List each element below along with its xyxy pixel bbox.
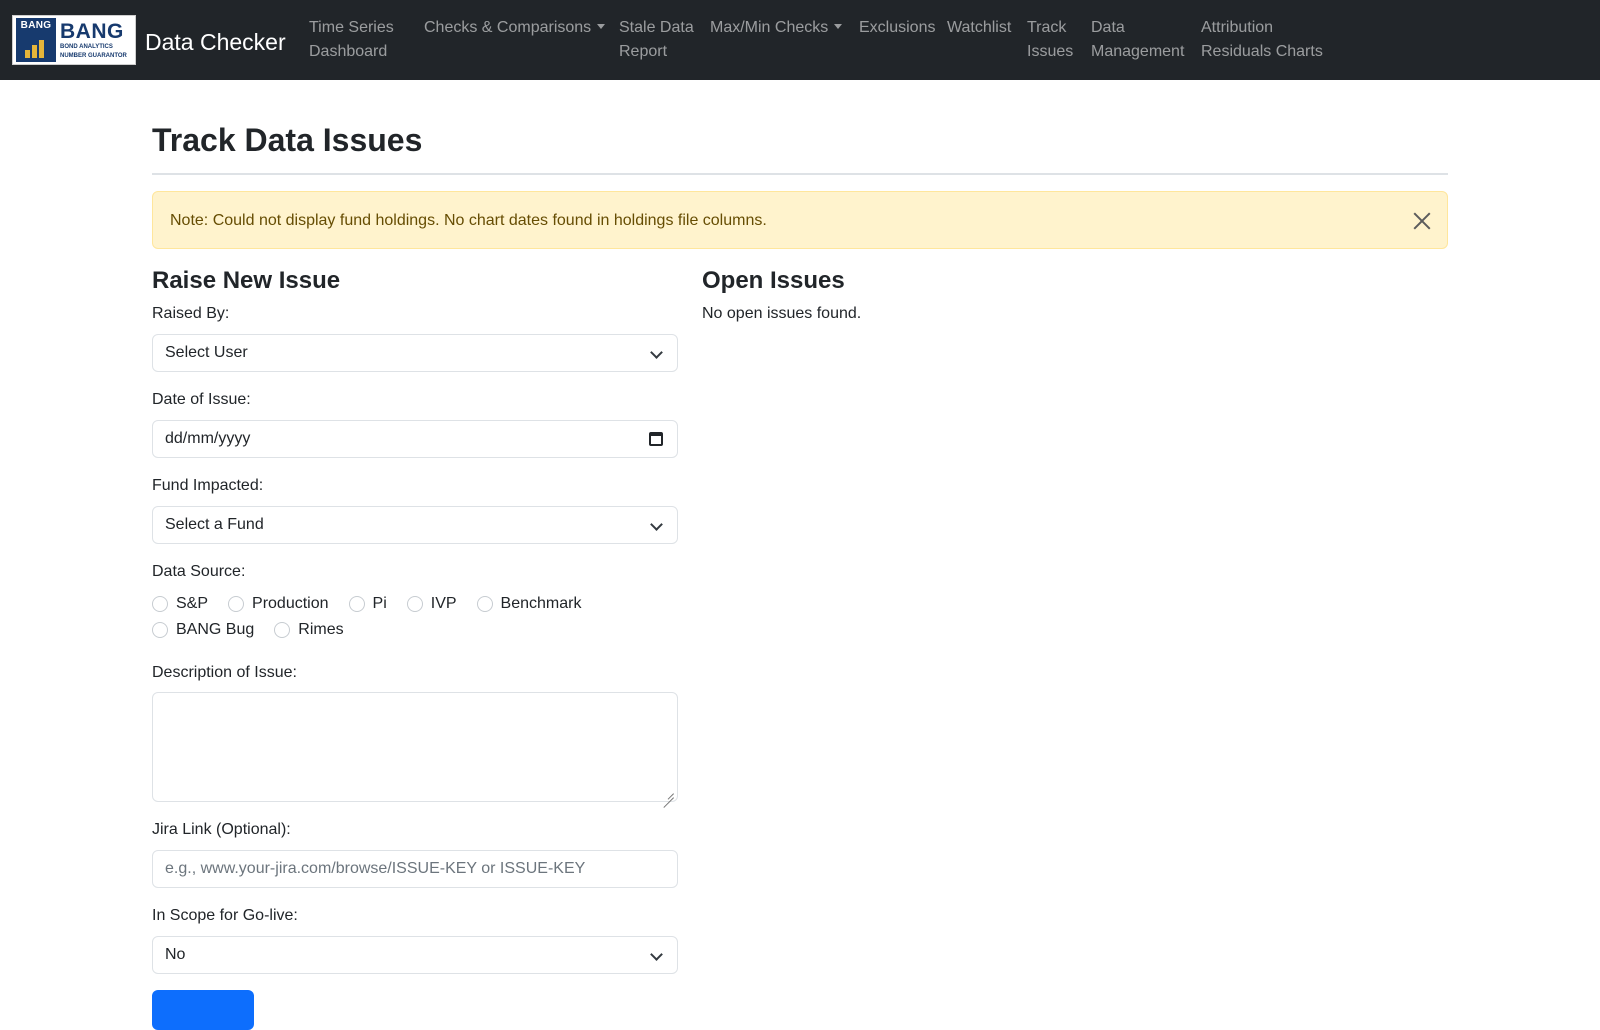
- nav-label: Time Series: [309, 19, 394, 36]
- radio-button[interactable]: [476, 596, 493, 612]
- nav-time-series-dashboard[interactable]: Time Series Dashboard: [309, 16, 394, 64]
- brand-name[interactable]: Data Checker: [145, 27, 286, 57]
- title-divider: [152, 173, 1448, 175]
- raised-by-select[interactable]: Select User: [152, 334, 678, 372]
- resize-handle-icon[interactable]: [662, 786, 674, 798]
- nav-label: Report: [619, 43, 668, 60]
- radio-button[interactable]: [348, 596, 365, 612]
- nav-max-min-checks-dropdown[interactable]: Max/Min Checks: [710, 16, 843, 40]
- radio-label: Pi: [372, 595, 387, 612]
- description-textarea[interactable]: [152, 692, 678, 802]
- radio-pi[interactable]: Pi: [348, 595, 387, 613]
- fund-impacted-label: Fund Impacted:: [152, 477, 264, 494]
- radio-button[interactable]: [274, 622, 291, 638]
- nav-watchlist[interactable]: Watchlist: [947, 16, 1011, 40]
- warning-alert: Note: Could not display fund holdings. N…: [152, 191, 1448, 249]
- date-of-issue-input[interactable]: dd/mm/yyyy: [152, 420, 678, 458]
- nav-label: Watchlist: [947, 19, 1012, 36]
- radio-label: BANG Bug: [176, 621, 255, 638]
- chevron-down-icon: [650, 948, 663, 961]
- nav-data-management[interactable]: Data Management: [1091, 16, 1184, 64]
- radio-button[interactable]: [406, 596, 423, 612]
- caret-down-icon: [834, 24, 843, 29]
- in-scope-label: In Scope for Go-live:: [152, 907, 298, 924]
- open-issues-empty-text: No open issues found.: [702, 305, 862, 322]
- radio-label: Production: [252, 595, 329, 612]
- nav-checks-comparisons-dropdown[interactable]: Checks & Comparisons: [424, 16, 606, 40]
- jira-link-input[interactable]: e.g., www.your-jira.com/browse/ISSUE-KEY…: [152, 850, 678, 888]
- radio-label: Benchmark: [500, 595, 582, 612]
- logo-subtitle-2: NUMBER GUARANTOR: [60, 52, 127, 59]
- nav-label: Track: [1027, 19, 1067, 36]
- close-icon[interactable]: [1411, 210, 1433, 232]
- radio-button[interactable]: [228, 596, 245, 612]
- data-source-radio-row-2: BANG Bug Rimes: [152, 619, 364, 641]
- nav-label: Max/Min Checks: [710, 19, 829, 36]
- page-title: Track Data Issues: [152, 122, 423, 158]
- radio-production[interactable]: Production: [228, 595, 329, 613]
- logo-badge-text: BANG: [20, 20, 52, 31]
- radio-benchmark[interactable]: Benchmark: [476, 595, 582, 613]
- alert-text: Note: Could not display fund holdings. N…: [170, 212, 767, 229]
- radio-rimes[interactable]: Rimes: [274, 621, 344, 639]
- nav-label: Dashboard: [309, 43, 388, 60]
- nav-label: Exclusions: [859, 19, 936, 36]
- nav-attribution-residuals-charts[interactable]: Attribution Residuals Charts: [1201, 16, 1323, 64]
- nav-label: Issues: [1027, 43, 1074, 60]
- logo-subtitle-1: BOND ANALYTICS: [60, 44, 113, 51]
- raised-by-label: Raised By:: [152, 305, 230, 322]
- nav-label: Checks & Comparisons: [424, 19, 592, 36]
- open-issues-heading: Open Issues: [702, 267, 845, 294]
- date-placeholder: dd/mm/yyyy: [165, 430, 251, 447]
- jira-link-label: Jira Link (Optional):: [152, 821, 291, 838]
- nav-track-issues[interactable]: Track Issues: [1027, 16, 1073, 64]
- nav-exclusions[interactable]: Exclusions: [859, 16, 935, 40]
- nav-stale-data-report[interactable]: Stale Data Report: [619, 16, 694, 64]
- bang-logo[interactable]: BANG BANG BOND ANALYTICS NUMBER GUARANTO…: [12, 15, 136, 65]
- logo-bars-icon: [25, 40, 44, 58]
- fund-impacted-value: Select a Fund: [165, 516, 264, 533]
- description-label: Description of Issue:: [152, 664, 297, 681]
- nav-label: Stale Data: [619, 19, 694, 36]
- in-scope-value: No: [165, 946, 186, 963]
- radio-bang-bug[interactable]: BANG Bug: [152, 621, 254, 639]
- raised-by-value: Select User: [165, 344, 248, 361]
- radio-label: Rimes: [298, 621, 344, 638]
- caret-down-icon: [597, 24, 606, 29]
- nav-label: Residuals Charts: [1201, 43, 1323, 60]
- navbar: BANG BANG BOND ANALYTICS NUMBER GUARANTO…: [0, 0, 1600, 80]
- radio-button[interactable]: [152, 622, 168, 638]
- jira-link-placeholder: e.g., www.your-jira.com/browse/ISSUE-KEY…: [165, 860, 586, 877]
- chevron-down-icon: [650, 346, 663, 359]
- data-source-radio-row-1: S&P Production Pi IVP Benchmark: [152, 593, 601, 615]
- logo-badge: BANG: [16, 18, 56, 62]
- radio-label: S&P: [176, 595, 209, 612]
- radio-ivp[interactable]: IVP: [406, 595, 457, 613]
- nav-label: Management: [1091, 43, 1185, 60]
- submit-button[interactable]: [152, 990, 254, 1030]
- logo-wordmark: BANG: [60, 20, 124, 44]
- calendar-icon[interactable]: [649, 432, 663, 446]
- raise-new-issue-heading: Raise New Issue: [152, 267, 341, 294]
- radio-label: IVP: [430, 595, 457, 612]
- radio-button[interactable]: [152, 596, 168, 612]
- nav-label: Data: [1091, 19, 1125, 36]
- in-scope-select[interactable]: No: [152, 936, 678, 974]
- logo-text: BANG BOND ANALYTICS NUMBER GUARANTOR: [60, 21, 127, 59]
- fund-impacted-select[interactable]: Select a Fund: [152, 506, 678, 544]
- data-source-label: Data Source:: [152, 563, 246, 580]
- date-of-issue-label: Date of Issue:: [152, 391, 251, 408]
- radio-sp[interactable]: S&P: [152, 595, 208, 613]
- chevron-down-icon: [650, 518, 663, 531]
- nav-label: Attribution: [1201, 19, 1274, 36]
